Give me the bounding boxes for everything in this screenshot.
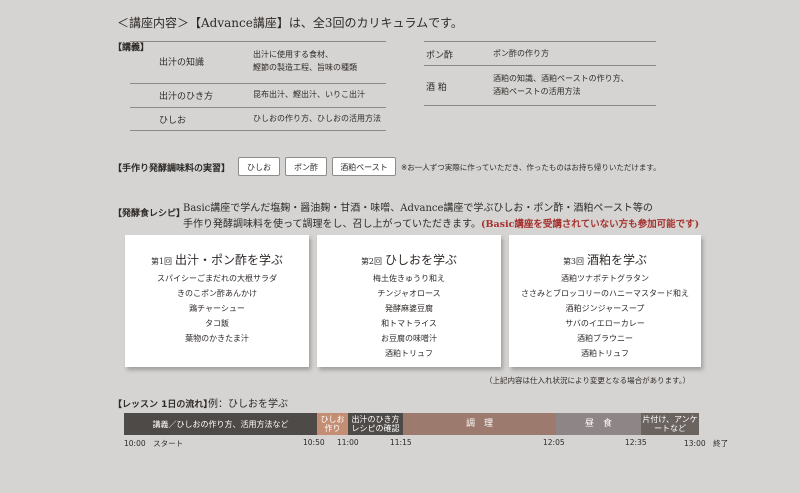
chip-ponzu: ポン酢	[285, 157, 327, 176]
intro-text: ＜講座内容＞【Advance講座】は、全3回のカリキュラムです。	[117, 16, 463, 30]
lecture-name: 出汁の知識	[159, 58, 205, 68]
time-label: 12:05	[543, 438, 565, 447]
lecture-desc: ポン酢の作り方	[493, 49, 549, 58]
flow-example: 例：ひしおを学ぶ	[208, 399, 288, 410]
card-number: 第3回	[562, 257, 585, 266]
flow-segment-hishio: ひしお作り	[317, 413, 348, 435]
menu-item: 酒粕ジンジャースープ	[565, 304, 645, 313]
menu-item: 梅土佐きゅうり和え	[373, 274, 445, 283]
card-title: ひしおを学ぶ	[385, 253, 458, 267]
menu-item: お豆腐の味噌汁	[381, 334, 437, 343]
lecture-row: 酒 粕 酒粕の知識、酒粕ペーストの作り方、 酒粕ペーストの活用方法	[424, 66, 656, 105]
time-label: 11:00	[337, 438, 359, 447]
card-number: 第1回	[150, 257, 173, 266]
menu-item: スパイシーごまだれの大根サラダ	[157, 274, 277, 283]
menu-item: サバのイエローカレー	[565, 319, 645, 328]
lecture-row: ポン酢 ポン酢の作り方	[424, 41, 656, 65]
menu-item: ささみとブロッコリーのハニーマスタード和え	[521, 289, 689, 298]
cards-note: （上記内容は仕入れ状況により変更となる場合があります。）	[485, 376, 691, 385]
lesson-card-2: 第2回 ひしおを学ぶ 梅土佐きゅうり和え チンジャオロース 発酵麻婆豆腐 和トマト…	[317, 235, 501, 367]
flow-segment-cooking: 調 理	[403, 413, 556, 435]
flow-heading: 【レッスン 1日の流れ】	[113, 400, 213, 410]
lecture-desc: 鰹節の製造工程、旨味の種類	[253, 63, 357, 72]
lecture-desc: 出汁に使用する食材、	[253, 50, 333, 59]
flow-segment-dashi: 出汁のひき方レシピの確認	[348, 413, 403, 435]
time-label: 13:00 終了	[684, 439, 729, 448]
recipe-line-1: Basic講座で学んだ塩麹・醤油麹・甘酒・味噌、Advance講座で学ぶひしお・…	[183, 203, 653, 214]
divider	[130, 130, 386, 131]
card-title: 出汁・ポン酢を学ぶ	[175, 253, 284, 267]
flow-segment-cleanup: 片付け、アンケートなど	[641, 413, 699, 435]
flow-segment-lecture: 講義／ひしおの作り方、活用方法など	[124, 413, 317, 435]
lecture-desc: 酒粕ペーストの活用方法	[493, 87, 581, 96]
menu-item: 和トマトライス	[381, 319, 437, 328]
menu-item: 酒粕ブラウニー	[577, 334, 633, 343]
lecture-name: 酒 粕	[426, 83, 447, 93]
chip-sakekasu-paste: 酒粕ペースト	[332, 157, 396, 176]
time-label: 10:00 スタート	[124, 439, 184, 448]
menu-item: 酒粕トリュフ	[385, 349, 433, 358]
lecture-desc: 酒粕の知識、酒粕ペーストの作り方、	[493, 74, 629, 83]
practice-heading: 【手作り発酵調味料の実習】	[113, 164, 231, 174]
menu-item: 鶏チャーシュー	[189, 304, 245, 313]
divider	[424, 105, 656, 106]
time-label: 12:35	[625, 438, 647, 447]
lecture-row: 出汁の知識 出汁に使用する食材、 鰹節の製造工程、旨味の種類	[130, 41, 386, 82]
lecture-desc: ひしおの作り方、ひしおの活用方法	[253, 114, 381, 123]
time-label: 11:15	[390, 438, 412, 447]
card-number: 第2回	[360, 257, 383, 266]
menu-item: 酒粕ツナポテトグラタン	[561, 274, 649, 283]
lecture-name: 出汁のひき方	[159, 92, 214, 102]
menu-item: チンジャオロース	[377, 289, 441, 298]
lesson-card-3: 第3回 酒粕を学ぶ 酒粕ツナポテトグラタン ささみとブロッコリーのハニーマスタード…	[509, 235, 701, 367]
recipe-heading: 【発酵食レシピ】	[113, 209, 186, 219]
menu-item: 発酵麻婆豆腐	[385, 304, 433, 313]
menu-item: 酒粕トリュフ	[581, 349, 629, 358]
recipe-line-2: 手作り発酵調味料を使って調理をし、召し上がっていただきます。(Basic講座を受…	[183, 215, 699, 230]
lecture-row: ひしお ひしおの作り方、ひしおの活用方法	[130, 108, 386, 130]
chip-hishio: ひしお	[238, 157, 280, 176]
menu-item: 葉物のかきたま汁	[185, 334, 249, 343]
menu-item: タコ飯	[205, 319, 229, 328]
recipe-line-2-text: 手作り発酵調味料を使って調理をし、召し上がっていただきます。	[183, 219, 481, 230]
lecture-row: 出汁のひき方 昆布出汁、鰹出汁、いりこ出汁	[130, 84, 386, 107]
lecture-name: ひしお	[159, 116, 187, 126]
practice-note: ※お一人ずつ実際に作っていただき、作ったものはお持ち帰りいただけます。	[401, 163, 661, 172]
lecture-desc: 昆布出汁、鰹出汁、いりこ出汁	[253, 90, 365, 99]
time-label: 10:50	[303, 438, 325, 447]
menu-item: きのこポン酢あんかけ	[177, 289, 257, 298]
lesson-card-1: 第1回 出汁・ポン酢を学ぶ スパイシーごまだれの大根サラダ きのこポン酢あんかけ …	[125, 235, 309, 367]
recipe-highlight: (Basic講座を受講されていない方も参加可能です)	[481, 219, 700, 230]
card-title: 酒粕を学ぶ	[587, 253, 648, 267]
lecture-name: ポン酢	[426, 51, 454, 61]
flow-segment-lunch: 昼 食	[556, 413, 641, 435]
